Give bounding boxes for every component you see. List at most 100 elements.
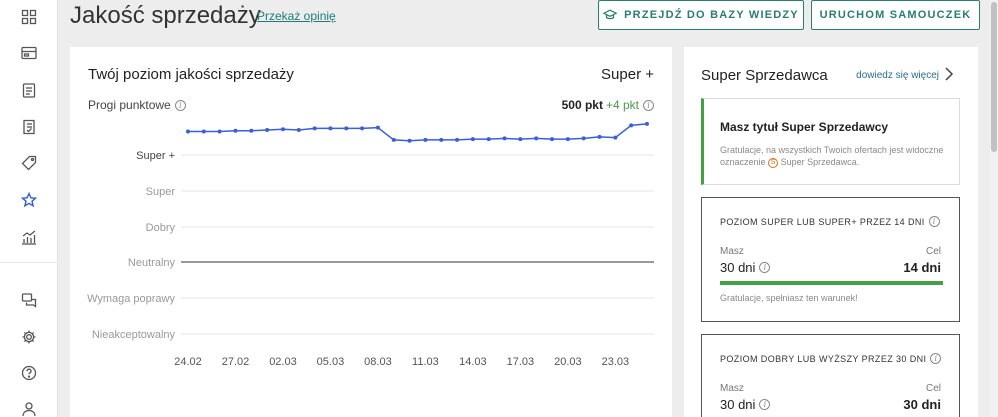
tag-icon[interactable]: [19, 153, 39, 173]
x-tick-label: 24.02: [174, 356, 202, 368]
scrollbar[interactable]: [990, 0, 998, 417]
goal-value: 14 dni: [903, 260, 941, 275]
data-point[interactable]: [518, 137, 523, 142]
super-seller-card: Super Sprzedawca dowiedz się więcej Masz…: [684, 47, 978, 417]
info-icon[interactable]: i: [759, 262, 771, 273]
data-point[interactable]: [581, 136, 586, 141]
graduation-cap-icon: [603, 9, 618, 20]
data-point[interactable]: [613, 135, 618, 140]
data-point[interactable]: [344, 126, 349, 131]
data-point[interactable]: [201, 129, 206, 134]
tutorial-label: URUCHOM SAMOUCZEK: [819, 9, 972, 21]
sidebar-divider: [0, 262, 58, 263]
data-point[interactable]: [280, 127, 285, 132]
data-point[interactable]: [233, 128, 238, 133]
data-point[interactable]: [423, 137, 428, 142]
data-point[interactable]: [534, 136, 539, 141]
data-point[interactable]: [629, 123, 634, 128]
data-point[interactable]: [360, 126, 365, 131]
data-point[interactable]: [565, 137, 570, 142]
notebook-icon[interactable]: [19, 117, 39, 137]
user-icon[interactable]: [19, 399, 39, 417]
quality-chart: Nieakceptowalny Wymaga poprawy Neutralny Do…: [87, 121, 654, 368]
series-line: [188, 123, 648, 142]
have-value-text: 30 dni: [720, 397, 756, 412]
data-point[interactable]: [407, 138, 412, 143]
data-point[interactable]: [550, 137, 555, 142]
data-point[interactable]: [470, 137, 475, 142]
learn-more-link[interactable]: dowiedz się więcej: [856, 70, 939, 81]
status-box: Masz tytuł Super Sprzedawcy Gratulacje, …: [701, 98, 960, 185]
y-tick-label: Neutralny: [128, 257, 176, 269]
status-text-2: Super Sprzedawca.: [780, 157, 860, 167]
data-point[interactable]: [645, 121, 649, 126]
card-icon[interactable]: [19, 43, 39, 63]
goal-label: Cel: [925, 246, 941, 257]
star-icon[interactable]: [19, 190, 39, 210]
requirement-box-2: POZIOM DOBRY LUB WYŻSZY PRZEZ 30 DNI i M…: [701, 334, 960, 417]
knowledge-base-label: PRZEJDŹ DO BAZY WIEDZY: [624, 9, 799, 21]
chart-icon[interactable]: [19, 227, 39, 247]
chat-icon[interactable]: [19, 290, 39, 310]
info-icon[interactable]: i: [930, 353, 942, 364]
requirement-title-text: POZIOM DOBRY LUB WYŻSZY PRZEZ 30 DNI: [720, 353, 927, 364]
have-value: 30 dni i: [720, 397, 771, 412]
y-tick-label: Wymaga poprawy: [87, 293, 175, 305]
data-point[interactable]: [265, 127, 270, 132]
data-point[interactable]: [296, 127, 301, 132]
chevron-right-icon[interactable]: [944, 67, 954, 81]
requirement-title: POZIOM SUPER LUB SUPER+ PRZEZ 14 DNI i: [720, 216, 940, 227]
grid-icon[interactable]: [19, 7, 39, 27]
sidebar: [0, 0, 58, 417]
help-icon[interactable]: [19, 363, 39, 383]
info-icon[interactable]: i: [759, 399, 771, 410]
goal-label: Cel: [925, 383, 941, 394]
quality-card: Twój poziom jakości sprzedaży Super + Pr…: [70, 47, 672, 417]
requirement-progress-bar: [720, 281, 943, 285]
info-icon[interactable]: i: [928, 216, 940, 227]
x-tick-label: 08.03: [364, 356, 392, 368]
data-point[interactable]: [455, 137, 460, 142]
status-title: Masz tytuł Super Sprzedawcy: [720, 120, 889, 134]
data-point[interactable]: [391, 137, 396, 142]
super-seller-title: Super Sprzedawca: [701, 67, 828, 84]
y-tick-label: Super: [146, 186, 176, 198]
data-point[interactable]: [186, 129, 190, 134]
y-tick-label: Super +: [136, 150, 175, 162]
data-point[interactable]: [439, 137, 444, 142]
x-tick-label: 02.03: [269, 356, 297, 368]
x-tick-label: 20.03: [554, 356, 582, 368]
scrollbar-thumb[interactable]: [991, 2, 997, 152]
requirement-title-text: POZIOM SUPER LUB SUPER+ PRZEZ 14 DNI: [720, 216, 925, 227]
have-label: Masz: [720, 246, 744, 257]
data-point[interactable]: [375, 125, 380, 130]
super-seller-badge-icon: S: [768, 157, 779, 168]
x-tick-label: 14.03: [459, 356, 487, 368]
requirement-note: Gratulacje, spełniasz ten warunek!: [720, 293, 858, 303]
data-point[interactable]: [486, 137, 491, 142]
x-tick-label: 11.03: [412, 356, 439, 368]
x-tick-label: 27.02: [222, 356, 250, 368]
x-tick-label: 17.03: [507, 356, 535, 368]
requirement-box-1: POZIOM SUPER LUB SUPER+ PRZEZ 14 DNI i M…: [701, 197, 960, 322]
data-point[interactable]: [597, 134, 602, 139]
have-value: 30 dni i: [720, 260, 771, 275]
requirement-title: POZIOM DOBRY LUB WYŻSZY PRZEZ 30 DNI i: [720, 353, 942, 364]
data-point[interactable]: [328, 126, 333, 131]
feedback-link[interactable]: Przekaż opinię: [257, 9, 336, 23]
status-text: Gratulacje, na wszystkich Twoich ofertac…: [720, 144, 950, 168]
data-point[interactable]: [502, 136, 507, 141]
data-point[interactable]: [249, 128, 254, 133]
knowledge-base-button[interactable]: PRZEJDŹ DO BAZY WIEDZY: [598, 0, 804, 30]
goal-value: 30 dni: [903, 397, 941, 412]
data-point[interactable]: [217, 129, 222, 134]
gear-icon[interactable]: [19, 327, 39, 347]
requirement-progress-fill: [720, 281, 943, 285]
data-point[interactable]: [312, 126, 317, 131]
clipboard-icon[interactable]: [19, 80, 39, 100]
x-tick-label: 23.03: [602, 356, 630, 368]
page-title: Jakość sprzedaży: [70, 2, 261, 29]
have-value-text: 30 dni: [720, 260, 756, 275]
x-tick-label: 05.03: [317, 356, 345, 368]
tutorial-button[interactable]: URUCHOM SAMOUCZEK: [811, 0, 980, 30]
